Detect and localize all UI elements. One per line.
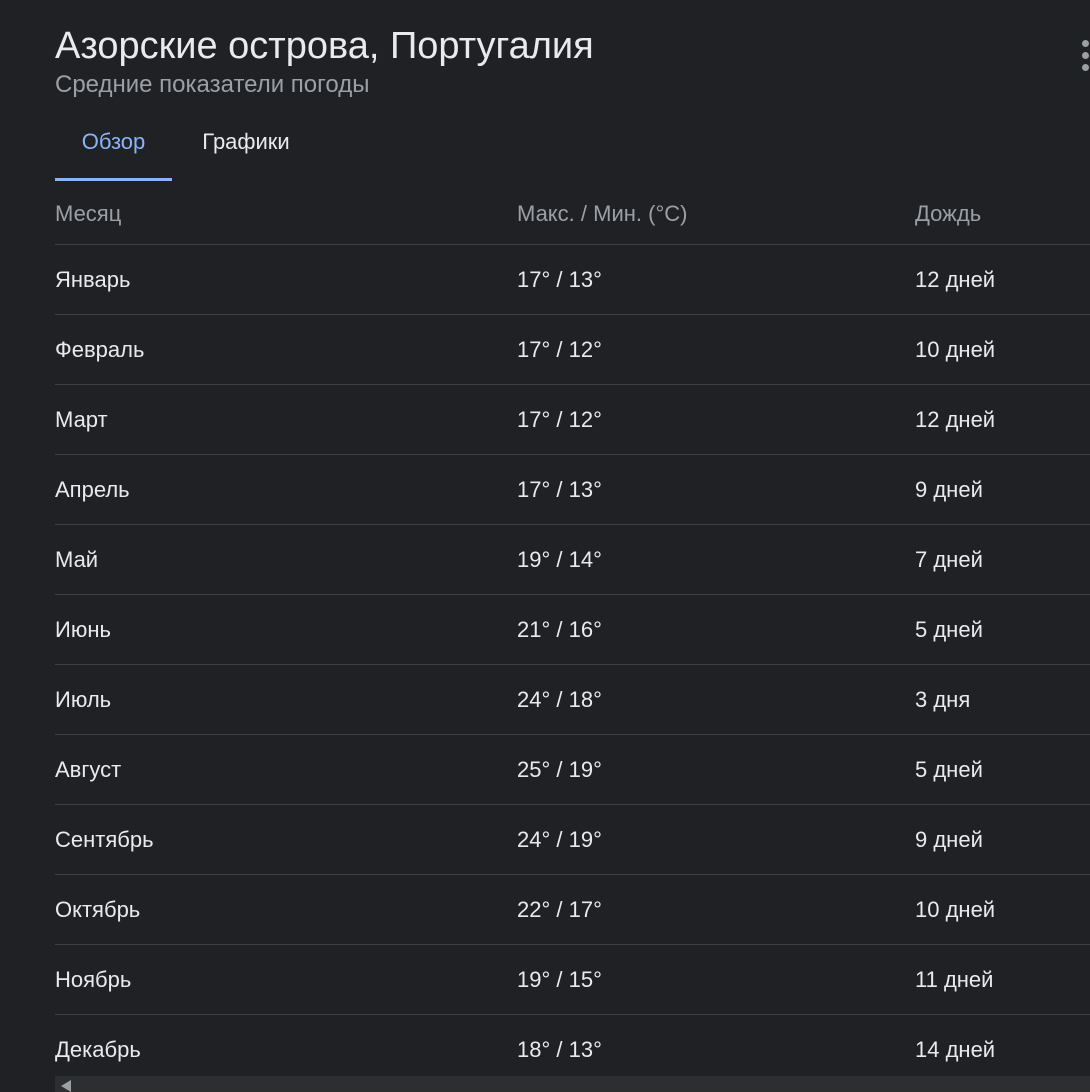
table-row: Июнь 21° / 16° 5 дней (55, 595, 1090, 665)
rain-cell: 9 дней (915, 826, 983, 852)
temperature-cell: 17° / 13° (517, 266, 602, 292)
month-cell: Апрель (55, 476, 130, 502)
column-header-month: Месяц (55, 201, 122, 226)
menu-dot (1082, 40, 1089, 47)
rain-cell: 14 дней (915, 1036, 996, 1062)
rain-cell: 5 дней (915, 756, 983, 782)
month-cell: Ноябрь (55, 966, 132, 992)
temperature-cell: 22° / 17° (517, 896, 602, 922)
temperature-cell: 24° / 19° (517, 826, 602, 852)
rain-cell: 9 дней (915, 476, 983, 502)
temperature-cell: 19° / 15° (517, 966, 602, 992)
weather-card: Азорские острова, Португалия Средние пок… (0, 0, 1090, 1092)
temperature-cell: 17° / 13° (517, 476, 602, 502)
page-subtitle: Средние показатели погоды (55, 71, 370, 98)
menu-dot (1082, 64, 1089, 71)
tab-bar: Обзор Графики (55, 112, 1090, 182)
month-cell: Май (55, 546, 99, 572)
table-row: Август 25° / 19° 5 дней (55, 735, 1090, 805)
rain-cell: 12 дней (915, 266, 996, 292)
table-row: Июль 24° / 18° 3 дня (55, 665, 1090, 735)
table-row: Сентябрь 24° / 19° 9 дней (55, 805, 1090, 875)
month-cell: Декабрь (55, 1036, 141, 1062)
scroll-left-arrow-icon[interactable] (61, 1080, 71, 1092)
temperature-cell: 17° / 12° (517, 336, 602, 362)
table-row: Май 19° / 14° 7 дней (55, 525, 1090, 595)
month-cell: Февраль (55, 336, 145, 362)
temperature-cell: 24° / 18° (517, 686, 602, 712)
page-title: Азорские острова, Португалия (55, 25, 594, 67)
temperature-cell: 18° / 13° (517, 1036, 602, 1062)
table-row: Октябрь 22° / 17° 10 дней (55, 875, 1090, 945)
table-row: Март 17° / 12° 12 дней (55, 385, 1090, 455)
tab-overview[interactable]: Обзор (55, 112, 172, 181)
tab-charts[interactable]: Графики (182, 112, 310, 178)
month-cell: Сентябрь (55, 826, 154, 852)
table-row: Декабрь 18° / 13° 14 дней (55, 1015, 1090, 1085)
rain-cell: 12 дней (915, 406, 996, 432)
temperature-cell: 19° / 14° (517, 546, 602, 572)
table-row: Ноябрь 19° / 15° 11 дней (55, 945, 1090, 1015)
rain-cell: 10 дней (915, 336, 996, 362)
table-row: Февраль 17° / 12° 10 дней (55, 315, 1090, 385)
temperature-cell: 25° / 19° (517, 756, 602, 782)
table-body: Январь 17° / 13° 12 дней Февраль 17° / 12° 10… (55, 245, 1090, 1085)
rain-cell: 5 дней (915, 616, 983, 642)
column-header-temperature: Макс. / Мин. (°C) (517, 201, 688, 226)
table-row: Январь 17° / 13° 12 дней (55, 245, 1090, 315)
temperature-cell: 17° / 12° (517, 406, 602, 432)
month-cell: Август (55, 756, 122, 782)
rain-cell: 11 дней (915, 966, 994, 992)
month-cell: Март (55, 406, 108, 432)
rain-cell: 7 дней (915, 546, 983, 572)
month-cell: Июль (55, 686, 112, 712)
temperature-cell: 21° / 16° (517, 616, 602, 642)
horizontal-scrollbar[interactable] (55, 1076, 1090, 1092)
rain-cell: 3 дня (915, 686, 971, 712)
column-header-rain: Дождь (915, 201, 982, 226)
month-cell: Январь (55, 266, 131, 292)
table-row: Апрель 17° / 13° 9 дней (55, 455, 1090, 525)
menu-dot (1082, 52, 1089, 59)
month-cell: Июнь (55, 616, 111, 642)
weather-table: Месяц Макс. / Мин. (°C) Дождь Январь 17° … (55, 184, 1090, 1085)
table-header-row: Месяц Макс. / Мин. (°C) Дождь (55, 184, 1090, 245)
rain-cell: 10 дней (915, 896, 996, 922)
month-cell: Октябрь (55, 896, 141, 922)
more-vert-icon[interactable] (1078, 38, 1090, 72)
